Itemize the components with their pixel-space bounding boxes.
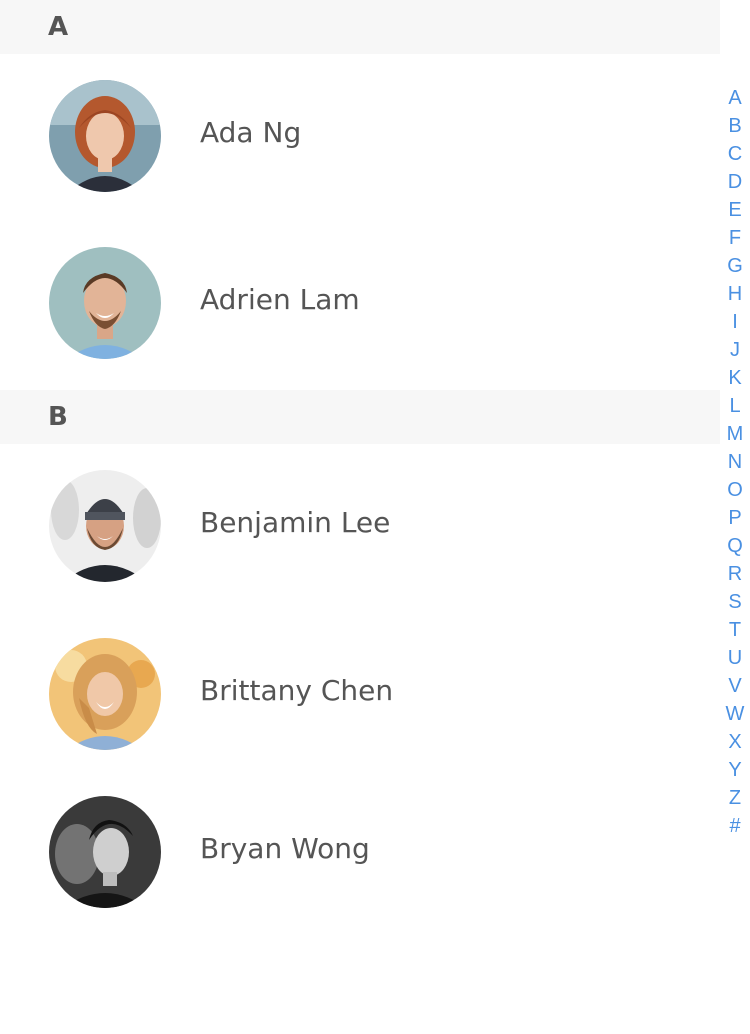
index-letter-j[interactable]: J bbox=[720, 336, 750, 364]
section-letter: A bbox=[48, 12, 69, 42]
contact-row-benjamin-lee[interactable]: Benjamin Lee bbox=[0, 448, 720, 598]
avatar bbox=[49, 470, 161, 582]
avatar bbox=[49, 638, 161, 750]
index-letter-w[interactable]: W bbox=[720, 700, 750, 728]
index-letter-k[interactable]: K bbox=[720, 364, 750, 392]
contact-row-adrien-lam[interactable]: Adrien Lam bbox=[0, 225, 720, 375]
avatar bbox=[49, 796, 161, 908]
avatar bbox=[49, 80, 161, 192]
contact-row-brittany-chen[interactable]: Brittany Chen bbox=[0, 616, 720, 766]
section-header-a: A bbox=[0, 0, 720, 54]
index-letter-i[interactable]: I bbox=[720, 308, 750, 336]
index-letter-q[interactable]: Q bbox=[720, 532, 750, 560]
index-letter-r[interactable]: R bbox=[720, 560, 750, 588]
index-letter-p[interactable]: P bbox=[720, 504, 750, 532]
index-letter-c[interactable]: C bbox=[720, 140, 750, 168]
index-letter-y[interactable]: Y bbox=[720, 756, 750, 784]
index-letter-t[interactable]: T bbox=[720, 616, 750, 644]
index-letter-e[interactable]: E bbox=[720, 196, 750, 224]
index-letter-z[interactable]: Z bbox=[720, 784, 750, 812]
index-letter-x[interactable]: X bbox=[720, 728, 750, 756]
index-letter-v[interactable]: V bbox=[720, 672, 750, 700]
contact-name: Ada Ng bbox=[200, 116, 302, 149]
contact-name: Bryan Wong bbox=[200, 832, 370, 865]
section-header-b: B bbox=[0, 390, 720, 444]
contact-row-ada-ng[interactable]: Ada Ng bbox=[0, 58, 720, 208]
avatar bbox=[49, 247, 161, 359]
index-letter-f[interactable]: F bbox=[720, 224, 750, 252]
alphabet-index: A B C D E F G H I J K L M N O P Q R S T … bbox=[720, 84, 750, 840]
index-letter-b[interactable]: B bbox=[720, 112, 750, 140]
index-letter-s[interactable]: S bbox=[720, 588, 750, 616]
section-letter: B bbox=[48, 402, 68, 432]
index-letter-o[interactable]: O bbox=[720, 476, 750, 504]
contact-name: Benjamin Lee bbox=[200, 506, 391, 539]
contact-name: Adrien Lam bbox=[200, 283, 360, 316]
index-letter-hash[interactable]: # bbox=[720, 812, 750, 840]
contact-row-bryan-wong[interactable]: Bryan Wong bbox=[0, 774, 720, 924]
index-letter-l[interactable]: L bbox=[720, 392, 750, 420]
index-letter-m[interactable]: M bbox=[720, 420, 750, 448]
index-letter-h[interactable]: H bbox=[720, 280, 750, 308]
index-letter-u[interactable]: U bbox=[720, 644, 750, 672]
contact-name: Brittany Chen bbox=[200, 674, 394, 707]
index-letter-n[interactable]: N bbox=[720, 448, 750, 476]
index-letter-g[interactable]: G bbox=[720, 252, 750, 280]
index-letter-a[interactable]: A bbox=[720, 84, 750, 112]
index-letter-d[interactable]: D bbox=[720, 168, 750, 196]
